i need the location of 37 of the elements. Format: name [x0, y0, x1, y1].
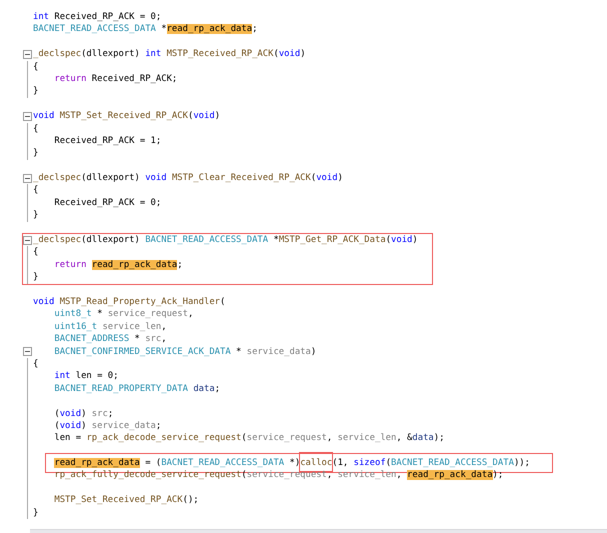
code-line: { [33, 122, 38, 135]
code-line: } [33, 147, 38, 160]
code-line: BACNET_READ_PROPERTY_DATA data; [53, 382, 220, 396]
collapse-icon[interactable] [23, 347, 32, 356]
code-line: (void) src; [53, 408, 114, 420]
code-line: MSTP_Set_Received_RP_ACK(); [53, 494, 199, 507]
code-line: Received_RP_ACK = 1; [53, 134, 162, 148]
code-line: _declspec(dllexport) BACNET_READ_ACCESS_DATA *MSTP_Get_RP_ACK_Data(void) [33, 234, 418, 246]
code-line: { [33, 184, 38, 197]
code-line: len = rp_ack_decode_service_request(service_request, service_len, &data); [53, 432, 444, 445]
code-line: } [33, 85, 38, 98]
code-line: return Received_RP_ACK; [53, 72, 178, 86]
code-line: BACNET_READ_ACCESS_DATA *read_rp_ack_data; [33, 23, 258, 36]
code-line: uint16_t service_len, [53, 320, 167, 334]
code-line: (void) service_data; [53, 420, 162, 432]
code-line: _declspec(dllexport) int MSTP_Received_RP_ACK(void) [33, 48, 306, 61]
code-line: BACNET_ADDRESS * src, [53, 333, 167, 346]
code-line: return read_rp_ack_data; [53, 258, 183, 272]
code-line: rp_ack_fully_decode_service_request(service_request, service_len, read_rp_ack_data); [53, 469, 504, 482]
code-line: { [33, 358, 38, 370]
collapse-icon[interactable] [23, 174, 32, 183]
code-line: BACNET_CONFIRMED_SERVICE_ACK_DATA * service_data) [53, 346, 316, 358]
code-line: void MSTP_Read_Property_Ack_Handler( [33, 296, 226, 308]
collapse-icon[interactable] [23, 236, 32, 245]
code-line: { [33, 246, 38, 259]
code-line: int Received_RP_ACK = 0; [33, 11, 162, 24]
code-line: { [33, 60, 38, 73]
collapse-icon[interactable] [23, 112, 32, 121]
code-line: Received_RP_ACK = 0; [53, 196, 162, 210]
code-line: _declspec(dllexport) void MSTP_Clear_Received_RP_ACK(void) [33, 172, 343, 184]
code-line: } [33, 506, 38, 520]
code-line: void MSTP_Set_Received_RP_ACK(void) [33, 110, 220, 123]
code-line: } [33, 209, 38, 222]
code-line: uint8_t * service_request, [53, 308, 194, 321]
code-line: } [33, 271, 38, 284]
code-line: int len = 0; [53, 370, 118, 383]
collapse-icon[interactable] [23, 50, 32, 59]
